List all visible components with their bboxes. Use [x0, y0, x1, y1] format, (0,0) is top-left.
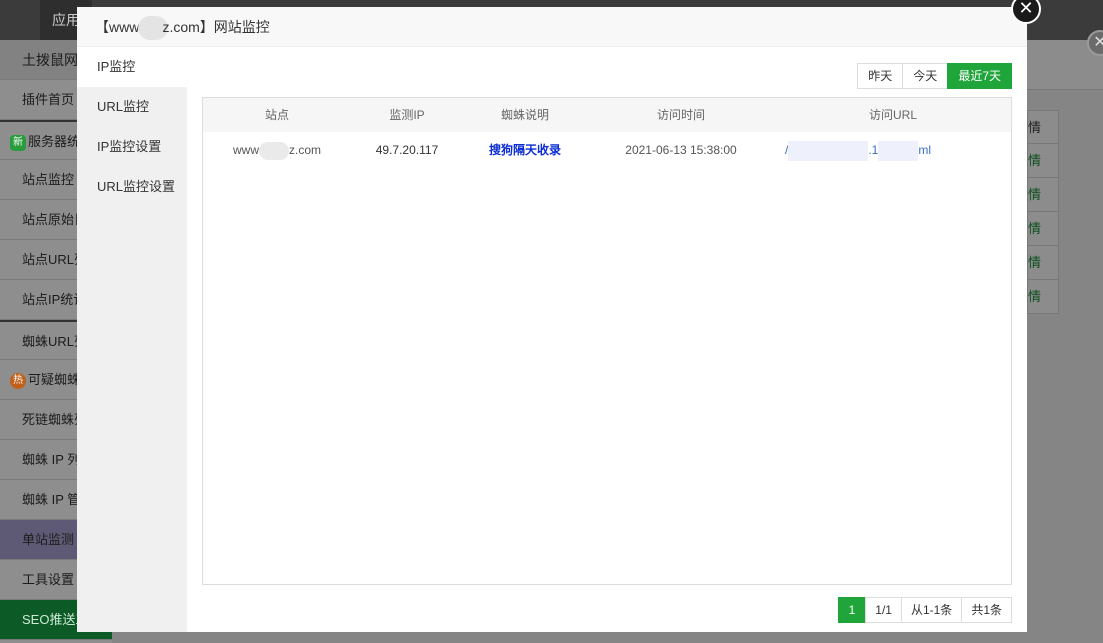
- modal-tab-menu: IP监控 URL监控 IP监控设置 URL监控设置: [77, 47, 187, 632]
- background-detail-link[interactable]: 情: [1027, 280, 1059, 314]
- redacted-blur: [258, 141, 289, 160]
- tab-url-monitor-settings[interactable]: URL监控设置: [77, 167, 187, 207]
- page-current[interactable]: 1: [837, 597, 867, 623]
- modal-title: 【www. z.com】网站监控: [77, 7, 1027, 47]
- column-header-ip: 监测IP: [389, 108, 425, 122]
- modal-content: 昨天 今天 最近7天 站点 监测IP 蜘蛛说明 访问时间 访问URL www z.…: [187, 47, 1027, 632]
- page-count: 1/1: [865, 597, 902, 623]
- page-total: 共1条: [961, 597, 1012, 623]
- background-detail-link[interactable]: 情: [1027, 178, 1059, 212]
- site-monitor-modal: 【www. z.com】网站监控 IP监控 URL监控 IP监控设置 URL监控设…: [77, 7, 1027, 632]
- yesterday-button[interactable]: 昨天: [857, 63, 904, 89]
- tab-ip-monitor[interactable]: IP监控: [77, 47, 187, 87]
- tab-url-monitor[interactable]: URL监控: [77, 87, 187, 127]
- table-header: 站点 监测IP 蜘蛛说明 访问时间 访问URL: [203, 98, 1011, 132]
- page-range: 从1-1条: [900, 597, 963, 623]
- cell-time: 2021-06-13 15:38:00: [625, 143, 737, 157]
- cell-site: www z.com: [203, 132, 351, 168]
- column-header-time: 访问时间: [656, 108, 705, 122]
- cell-ip: 49.7.20.117: [375, 143, 439, 157]
- column-header-url: 访问URL: [868, 108, 917, 122]
- cell-spider-link[interactable]: 搜狗隔天收录: [463, 132, 587, 168]
- redacted-blur: [878, 140, 919, 161]
- table-row: www z.com 49.7.20.117 搜狗隔天收录 2021-06-13 1…: [203, 132, 1011, 168]
- hot-badge-icon: 热: [10, 372, 26, 389]
- pagination: 1 1/1 从1-1条 共1条: [837, 597, 1012, 623]
- background-table: 情 情 情 情 情 情: [1027, 110, 1059, 314]
- last-7-days-button[interactable]: 最近7天: [947, 63, 1012, 89]
- cell-url-link[interactable]: / .1 ml: [775, 132, 1011, 168]
- redacted-blur: [788, 140, 869, 161]
- column-header-spider: 蜘蛛说明: [500, 108, 549, 122]
- tab-ip-monitor-settings[interactable]: IP监控设置: [77, 127, 187, 167]
- background-detail-link[interactable]: 情: [1027, 246, 1059, 280]
- background-detail-link[interactable]: 情: [1027, 144, 1059, 178]
- new-badge-icon: 新: [10, 134, 26, 151]
- ip-monitor-table: 站点 监测IP 蜘蛛说明 访问时间 访问URL www z.com 49.7.20…: [202, 97, 1012, 585]
- today-button[interactable]: 今天: [902, 63, 949, 89]
- background-table-header: 情: [1027, 110, 1059, 144]
- background-detail-link[interactable]: 情: [1027, 212, 1059, 246]
- column-header-site: 站点: [264, 108, 289, 122]
- date-range-group: 昨天 今天 最近7天: [857, 63, 1012, 89]
